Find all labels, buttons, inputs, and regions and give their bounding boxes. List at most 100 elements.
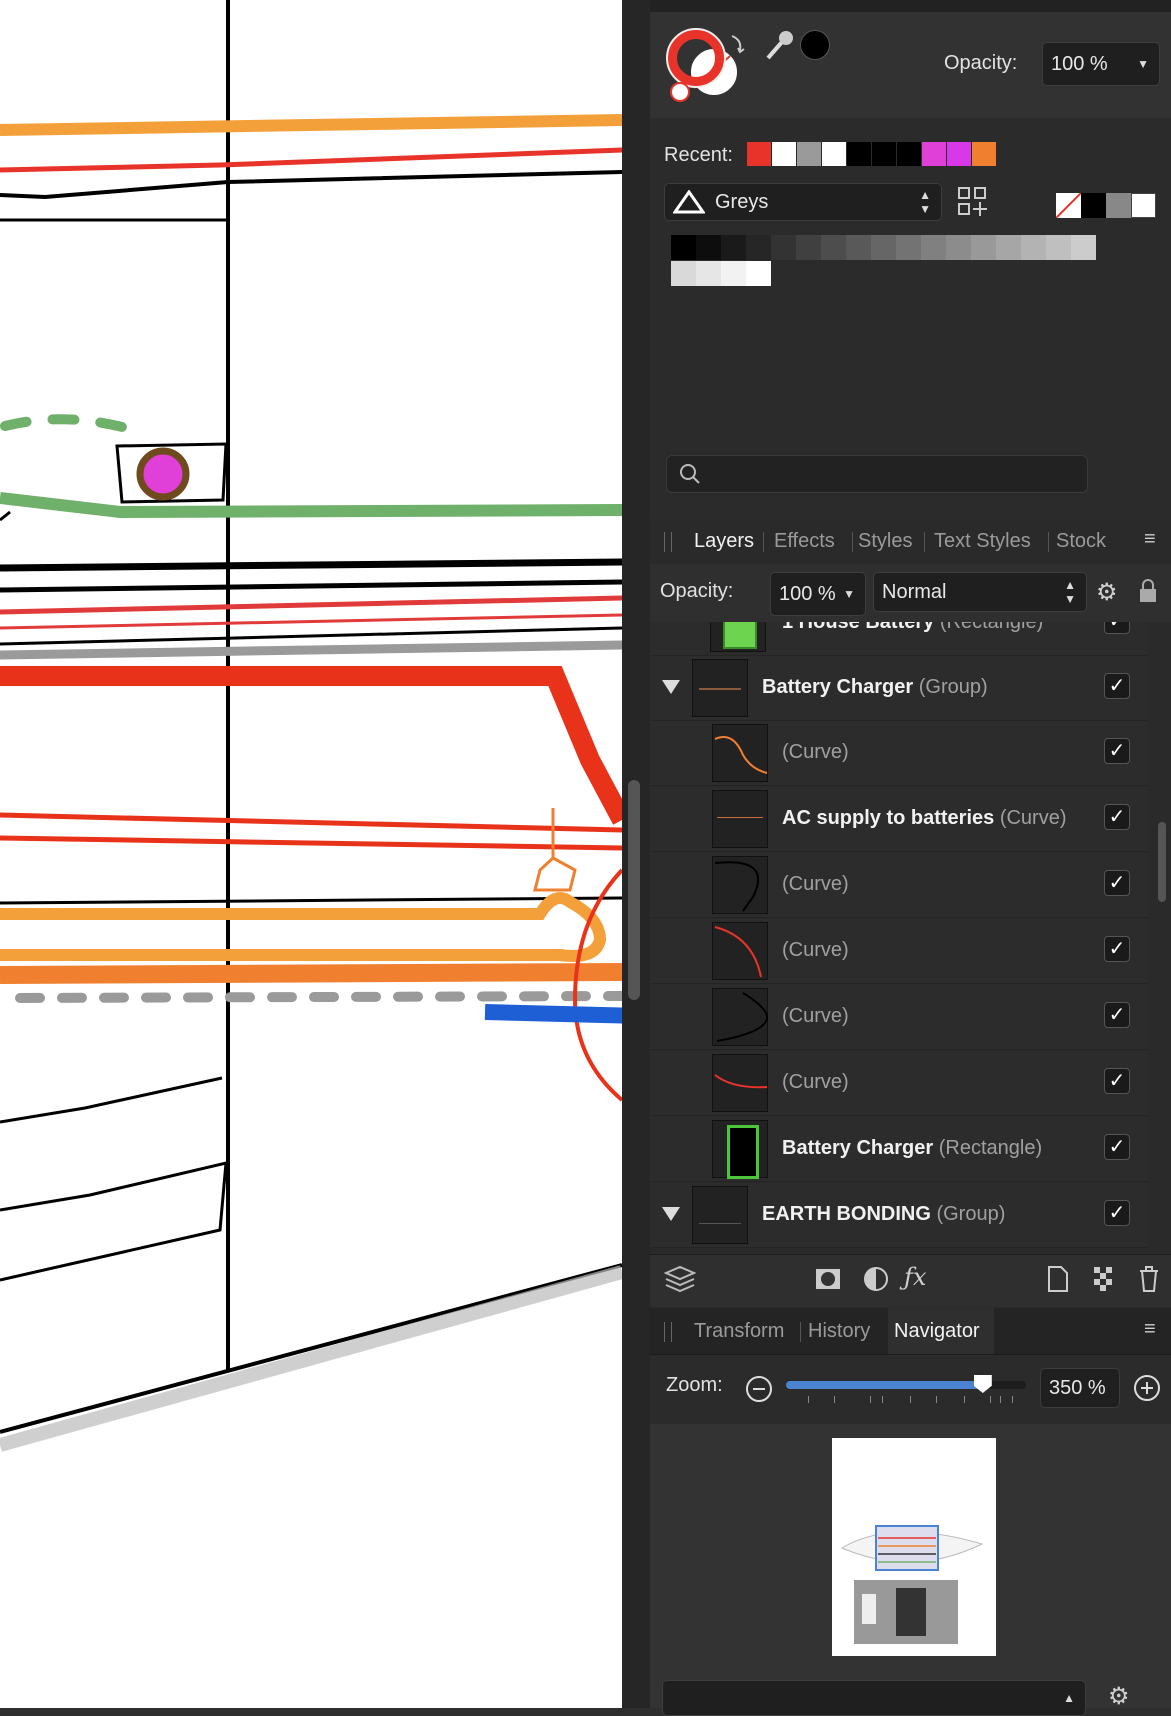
- navigator-thumbnail[interactable]: [832, 1438, 996, 1656]
- recent-color-swatch[interactable]: [797, 142, 821, 166]
- palette-swatch[interactable]: [771, 235, 796, 260]
- panel-menu-icon[interactable]: ≡: [1144, 1318, 1156, 1341]
- panel-grip[interactable]: [664, 532, 672, 552]
- disclosure-triangle-icon[interactable]: [662, 680, 680, 694]
- layer-row-curve[interactable]: (Curve) ✓: [650, 985, 1148, 1050]
- palette-swatch[interactable]: [721, 235, 746, 260]
- visibility-checkbox[interactable]: ✓: [1104, 1200, 1130, 1226]
- tab-transform[interactable]: Transform: [694, 1320, 784, 1343]
- tab-stock[interactable]: Stock: [1056, 530, 1106, 553]
- mask-icon[interactable]: [814, 1265, 842, 1300]
- recent-color-swatch[interactable]: [922, 142, 946, 166]
- layer-row-curve[interactable]: (Curve) ✓: [650, 721, 1148, 786]
- none-swatch[interactable]: [1055, 192, 1082, 219]
- layer-type: (Curve): [782, 939, 849, 961]
- panel-grip[interactable]: [664, 1322, 672, 1342]
- visibility-checkbox[interactable]: ✓: [1104, 673, 1130, 699]
- visibility-checkbox[interactable]: ✓: [1104, 804, 1130, 830]
- fill-stroke-selector-icon[interactable]: [664, 26, 748, 104]
- palette-swatch[interactable]: [746, 235, 771, 260]
- palette-swatch[interactable]: [671, 261, 696, 286]
- disclosure-triangle-icon[interactable]: [662, 1207, 680, 1221]
- recent-color-swatch[interactable]: [822, 142, 846, 166]
- visibility-checkbox[interactable]: ✓: [1104, 1068, 1130, 1094]
- palette-swatch[interactable]: [696, 261, 721, 286]
- palette-swatch[interactable]: [971, 235, 996, 260]
- gear-icon[interactable]: ⚙: [1096, 578, 1118, 607]
- layer-row-curve[interactable]: (Curve) ✓: [650, 853, 1148, 918]
- layer-row-battery-charger-rect[interactable]: Battery Charger (Rectangle) ✓: [650, 1117, 1148, 1182]
- layers-stack-icon[interactable]: [663, 1265, 697, 1300]
- palette-swatch[interactable]: [1046, 235, 1071, 260]
- tab-effects[interactable]: Effects: [774, 530, 835, 553]
- layer-row-curve[interactable]: (Curve) ✓: [650, 919, 1148, 984]
- layer-row-house-battery[interactable]: 1 House Battery (Rectangle) ✓: [650, 622, 1148, 656]
- black-swatch[interactable]: [1081, 193, 1106, 218]
- zoom-value-field[interactable]: 350 %: [1040, 1368, 1120, 1408]
- palette-swatch[interactable]: [871, 235, 896, 260]
- zoom-label: Zoom:: [666, 1374, 723, 1396]
- palette-swatch[interactable]: [721, 261, 746, 286]
- palette-options-icon[interactable]: [957, 186, 989, 225]
- zoom-in-button[interactable]: [1133, 1374, 1161, 1402]
- panel-menu-icon[interactable]: ≡: [1144, 528, 1156, 551]
- tab-styles[interactable]: Styles: [858, 530, 912, 553]
- palette-swatch[interactable]: [846, 235, 871, 260]
- layers-scrollbar-thumb[interactable]: [1158, 822, 1166, 902]
- visibility-checkbox[interactable]: ✓: [1104, 936, 1130, 962]
- palette-swatch[interactable]: [946, 235, 971, 260]
- tab-layers[interactable]: Layers: [694, 530, 754, 553]
- lock-icon[interactable]: [1138, 578, 1158, 611]
- adjustment-icon[interactable]: [862, 1265, 890, 1300]
- visibility-checkbox[interactable]: ✓: [1104, 1134, 1130, 1160]
- layer-row-curve[interactable]: (Curve) ✓: [650, 1051, 1148, 1116]
- swatch-search-input[interactable]: [666, 455, 1088, 493]
- recent-color-swatch[interactable]: [947, 142, 971, 166]
- recent-color-swatch[interactable]: [897, 142, 921, 166]
- color-picker-icon[interactable]: [762, 28, 796, 69]
- visibility-checkbox[interactable]: ✓: [1104, 1002, 1130, 1028]
- zoom-slider[interactable]: [786, 1375, 1026, 1393]
- recent-color-swatch[interactable]: [972, 142, 996, 166]
- zoom-tick: [882, 1396, 883, 1403]
- recent-color-swatch[interactable]: [872, 142, 896, 166]
- gear-icon[interactable]: ⚙: [1108, 1682, 1130, 1711]
- tab-history[interactable]: History: [808, 1320, 870, 1343]
- visibility-checkbox[interactable]: ✓: [1104, 738, 1130, 764]
- canvas-scrollbar-thumb[interactable]: [628, 780, 640, 1000]
- palette-dropdown[interactable]: Greys ▲ ▼: [664, 183, 942, 221]
- color-opacity-dropdown[interactable]: 100 % ▼: [1042, 42, 1160, 86]
- blend-mode-dropdown[interactable]: Normal ▲ ▼: [873, 572, 1087, 612]
- trash-icon[interactable]: [1138, 1265, 1160, 1300]
- grey-swatch[interactable]: [1106, 193, 1131, 218]
- palette-swatch[interactable]: [696, 235, 721, 260]
- add-pixel-layer-icon[interactable]: [1092, 1265, 1116, 1300]
- tab-navigator[interactable]: Navigator: [894, 1320, 980, 1343]
- recent-color-swatch[interactable]: [772, 142, 796, 166]
- palette-swatch[interactable]: [1071, 235, 1096, 260]
- visibility-checkbox[interactable]: ✓: [1104, 622, 1130, 634]
- palette-swatch[interactable]: [896, 235, 921, 260]
- layer-row-ac-supply[interactable]: AC supply to batteries (Curve) ✓: [650, 787, 1148, 852]
- palette-swatch[interactable]: [1021, 235, 1046, 260]
- white-swatch[interactable]: [1131, 193, 1156, 218]
- layer-row-earth-bonding[interactable]: EARTH BONDING (Group) ✓: [650, 1183, 1148, 1248]
- fx-icon[interactable]: ƒx: [904, 1263, 926, 1291]
- palette-swatch[interactable]: [671, 235, 696, 260]
- tab-text-styles[interactable]: Text Styles: [934, 530, 1031, 553]
- recent-color-swatch[interactable]: [847, 142, 871, 166]
- layer-row-battery-charger-group[interactable]: Battery Charger (Group) ✓: [650, 656, 1148, 721]
- palette-swatch[interactable]: [996, 235, 1021, 260]
- palette-swatch[interactable]: [821, 235, 846, 260]
- palette-swatch[interactable]: [746, 261, 771, 286]
- document-canvas[interactable]: [0, 0, 622, 1708]
- palette-swatch[interactable]: [796, 235, 821, 260]
- zoom-out-button[interactable]: [745, 1375, 773, 1403]
- navigator-views-dropdown[interactable]: ▲: [662, 1680, 1086, 1716]
- layers-opacity-dropdown[interactable]: 100 % ▼: [770, 572, 866, 616]
- palette-swatch[interactable]: [921, 235, 946, 260]
- visibility-checkbox[interactable]: ✓: [1104, 870, 1130, 896]
- picked-color-swatch[interactable]: [800, 30, 830, 60]
- add-layer-icon[interactable]: [1046, 1265, 1070, 1300]
- recent-color-swatch[interactable]: [747, 142, 771, 166]
